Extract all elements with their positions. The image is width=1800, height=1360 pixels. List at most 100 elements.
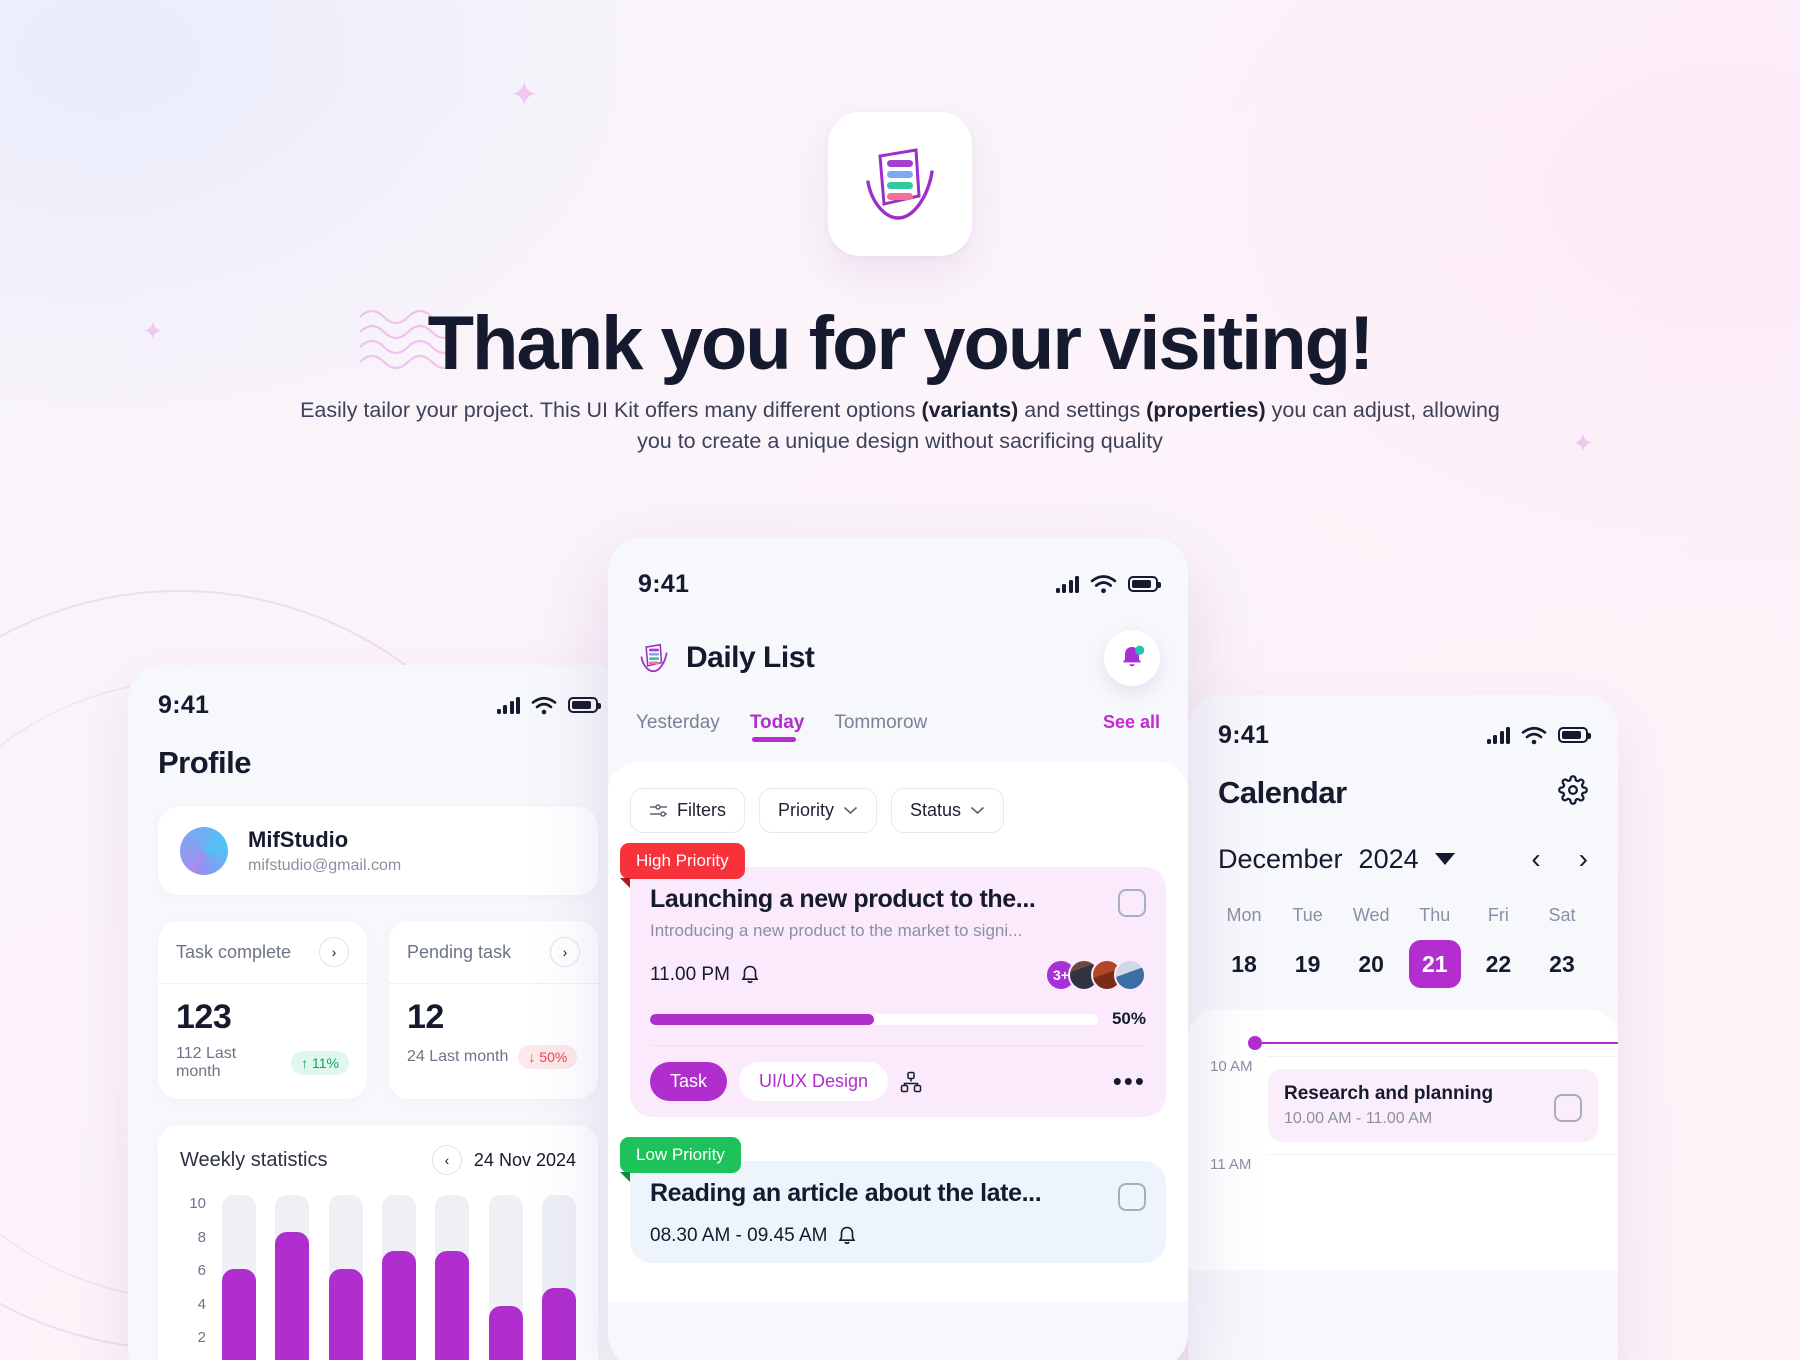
chevron-right-icon[interactable]: ›	[550, 937, 580, 967]
chevron-left-icon[interactable]: ‹	[1531, 843, 1540, 875]
subtitle-part-2: and settings	[1018, 398, 1147, 422]
day-name: Sat	[1548, 905, 1576, 925]
checkbox-empty-icon[interactable]	[1118, 889, 1146, 917]
calendar-day-23[interactable]: Sat 23	[1536, 905, 1588, 988]
chevron-right-icon[interactable]: ›	[319, 937, 349, 967]
day-name: Thu	[1419, 905, 1451, 925]
user-info: MifStudio mifstudio@gmail.com	[248, 827, 401, 875]
assignee-avatars[interactable]: 3+	[1045, 959, 1146, 991]
user-profile-card[interactable]: MifStudio mifstudio@gmail.com	[158, 807, 598, 895]
priority-dropdown[interactable]: Priority	[759, 788, 878, 833]
bar-fill	[222, 1269, 256, 1360]
brand: Daily List	[636, 638, 815, 678]
month-label: December	[1218, 843, 1343, 874]
bar-fill	[328, 1269, 363, 1360]
cellular-bars-icon	[1486, 726, 1510, 744]
day-number: 23	[1549, 951, 1575, 977]
calendar-event-card[interactable]: Research and planning 10.00 AM - 11.00 A…	[1268, 1069, 1598, 1142]
caret-down-icon[interactable]	[1434, 853, 1455, 865]
hierarchy-icon[interactable]	[900, 1071, 922, 1093]
day-tabs: Yesterday Today Tommorow See all	[608, 712, 1188, 742]
stats-row: Task complete › 123 112 Last month ↑ 11%…	[158, 921, 598, 1099]
see-all-link[interactable]: See all	[1103, 712, 1160, 733]
calendar-day-22[interactable]: Fri 22	[1472, 905, 1524, 988]
daily-list-shield-logo-icon	[866, 148, 934, 220]
status-icons	[1055, 574, 1161, 594]
stat-value: 12	[407, 998, 444, 1036]
stat-label: Task complete	[176, 941, 292, 962]
stat-header: Pending task ›	[389, 921, 598, 984]
tag-task[interactable]: Task	[650, 1062, 728, 1101]
chevron-left-icon[interactable]: ‹	[431, 1145, 462, 1175]
tab-today[interactable]: Today	[750, 712, 804, 742]
task-card[interactable]: Low Priority Reading an article about th…	[620, 1137, 1166, 1263]
chart-title: Weekly statistics	[180, 1148, 328, 1171]
month-dropdown[interactable]: December 2024	[1218, 844, 1455, 875]
checkbox-empty-icon[interactable]	[1554, 1093, 1582, 1122]
current-time-indicator	[1188, 1036, 1618, 1050]
task-card[interactable]: High Priority Launching a new product to…	[620, 843, 1166, 1117]
bar-track	[435, 1195, 470, 1360]
task-time-row: 11.00 PM	[650, 964, 760, 986]
calendar-day-19[interactable]: Tue 19	[1282, 905, 1334, 988]
wifi-icon	[1090, 575, 1117, 594]
profile-phone-mockup: 9:41 Profile MifStudio mifstudio@gmail.c…	[128, 665, 628, 1360]
stat-card-task-complete[interactable]: Task complete › 123 112 Last month ↑ 11%	[158, 921, 367, 1099]
daily-list-shield-logo-icon	[640, 643, 668, 673]
status-time: 9:41	[1218, 720, 1270, 749]
task-text: Reading an article about the late...	[650, 1179, 1042, 1208]
checkbox-empty-icon[interactable]	[1118, 1183, 1146, 1211]
current-time-dot	[1248, 1036, 1262, 1050]
calendar-day-21[interactable]: Thu 21	[1408, 905, 1461, 988]
calendar-content: Calendar December 2024 ‹ › Mon 18 Tue 19 Wed…	[1188, 775, 1618, 988]
day-name: Tue	[1292, 905, 1323, 925]
gear-icon[interactable]	[1558, 775, 1588, 805]
status-dropdown[interactable]: Status	[891, 788, 1005, 833]
chevron-right-icon[interactable]: ›	[1579, 843, 1588, 875]
stat-card-pending-task[interactable]: Pending task › 12 24 Last month ↓ 50%	[389, 921, 598, 1099]
day-name: Wed	[1352, 905, 1390, 925]
app-logo	[828, 112, 972, 256]
page-title: Thank you for your visiting!	[427, 301, 1375, 386]
tab-tommorow[interactable]: Tommorow	[834, 712, 927, 742]
bar-fill	[275, 1232, 310, 1360]
more-dots-icon[interactable]: •••	[1113, 1068, 1146, 1093]
filter-sliders-icon	[650, 804, 667, 817]
stat-header: Task complete ›	[158, 921, 367, 984]
day-number: 21	[1408, 940, 1461, 988]
day-number: 19	[1294, 951, 1321, 977]
stat-compare: 24 Last month	[407, 1048, 509, 1065]
event-time: 10.00 AM - 11.00 AM	[1284, 1110, 1433, 1127]
status-time: 9:41	[158, 690, 210, 719]
weekly-statistics-card: Weekly statistics ‹ 24 Nov 2024 1086420	[158, 1125, 598, 1360]
status-badge: ↑ 11%	[291, 1051, 349, 1075]
slot-body	[1268, 1154, 1618, 1204]
week-strip: Mon 18 Tue 19 Wed 20 Thu 21 Fri 22 Sat 23	[1218, 905, 1588, 988]
tab-yesterday[interactable]: Yesterday	[636, 712, 720, 742]
tag-row: Task UI/UX Design •••	[650, 1062, 1146, 1101]
calendar-day-18[interactable]: Mon 18	[1218, 905, 1270, 988]
event-text: Research and planning 10.00 AM - 11.00 A…	[1284, 1083, 1493, 1128]
task-time: 11.00 PM	[650, 964, 730, 985]
filters-button[interactable]: Filters	[630, 788, 745, 833]
subtitle-bold-properties: (properties)	[1146, 398, 1266, 422]
day-number: 20	[1358, 951, 1384, 977]
y-tick-label: 10	[189, 1195, 206, 1212]
filter-row: Filters Priority Status	[630, 788, 1166, 833]
event-title: Research and planning	[1284, 1083, 1494, 1104]
battery-icon	[1128, 576, 1161, 592]
notifications-button[interactable]	[1104, 630, 1160, 686]
daily-list-phone-mockup: 9:41 Daily List Yesterday Today Tommorow…	[608, 538, 1188, 1360]
calendar-day-20[interactable]: Wed 20	[1345, 905, 1397, 988]
stat-subline: 24 Last month ↓ 50%	[407, 1045, 580, 1069]
bar-track	[328, 1195, 363, 1360]
task-title: Launching a new product to the...	[650, 885, 1036, 913]
y-axis-ticks: 1086420	[180, 1195, 206, 1360]
bars-area	[206, 1195, 576, 1360]
bar-chart: 1086420	[180, 1195, 576, 1360]
bar-fill	[488, 1306, 523, 1360]
tag-category[interactable]: UI/UX Design	[739, 1062, 889, 1101]
task-time-row: 08.30 AM - 09.45 AM	[650, 1225, 857, 1247]
status-label: Status	[910, 800, 962, 820]
slot-time-label: 11 AM	[1210, 1156, 1252, 1173]
